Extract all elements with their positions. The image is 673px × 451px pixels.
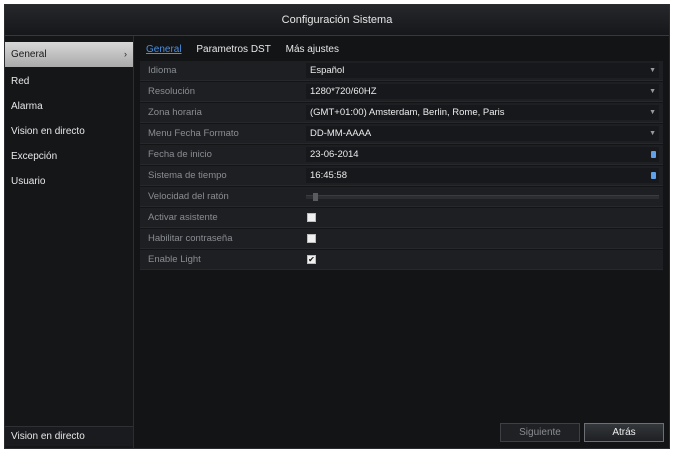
settings-content: General Parametros DST Más ajustes Idiom… [134,36,669,448]
zona-horaria-value: (GMT+01:00) Amsterdam, Berlin, Rome, Par… [310,107,505,118]
sidebar-item-red[interactable]: Red [5,69,133,94]
setting-row-zona-horaria: Zona horaria (GMT+01:00) Amsterdam, Berl… [140,103,663,123]
fecha-inicio-label: Fecha de inicio [148,149,212,160]
sidebar-item-label: Alarma [11,101,43,112]
setting-row-idioma: Idioma Español ▼ [140,61,663,81]
sidebar: General › Red Alarma Vision en directo E… [5,36,134,448]
setting-row-sistema-tiempo: Sistema de tiempo 16:45:58 [140,166,663,186]
habilitar-contrasena-label: Habilitar contraseña [148,233,233,244]
settings-form: Idioma Español ▼ Resolución 1280*720/60H… [140,61,663,271]
window-title: Configuración Sistema [5,5,669,36]
fecha-formato-select[interactable]: DD-MM-AAAA ▼ [306,126,659,141]
setting-row-habilitar-contrasena: Habilitar contraseña [140,229,663,249]
activar-asistente-label: Activar asistente [148,212,218,223]
sidebar-item-usuario[interactable]: Usuario [5,169,133,194]
sistema-tiempo-value: 16:45:58 [310,170,347,181]
fecha-inicio-value: 23-06-2014 [310,149,359,160]
setting-row-resolucion: Resolución 1280*720/60HZ ▼ [140,82,663,102]
resolucion-label: Resolución [148,86,195,97]
setting-row-fecha-formato: Menu Fecha Formato DD-MM-AAAA ▼ [140,124,663,144]
sidebar-item-label: Vision en directo [11,126,85,137]
slider-handle[interactable] [313,193,319,201]
resolucion-select[interactable]: 1280*720/60HZ ▼ [306,84,659,99]
sidebar-item-label: Excepción [11,151,58,162]
resolucion-value: 1280*720/60HZ [310,86,377,97]
sidebar-item-general[interactable]: General › [5,42,133,67]
sistema-tiempo-label: Sistema de tiempo [148,170,227,181]
live-view-button[interactable]: Vision en directo [5,426,133,446]
sidebar-item-alarma[interactable]: Alarma [5,94,133,119]
setting-row-fecha-inicio: Fecha de inicio 23-06-2014 [140,145,663,165]
chevron-down-icon: ▼ [649,67,656,74]
tab-general[interactable]: General [140,42,188,58]
sistema-tiempo-field[interactable]: 16:45:58 [306,168,659,183]
setting-row-activar-asistente: Activar asistente [140,208,663,228]
idioma-value: Español [310,65,345,76]
tab-parametros-dst[interactable]: Parametros DST [190,42,276,58]
chevron-down-icon: ▼ [649,88,656,95]
spinner-icon[interactable] [651,172,656,179]
tab-bar: General Parametros DST Más ajustes [140,42,345,60]
idioma-select[interactable]: Español ▼ [306,63,659,78]
chevron-down-icon: ▼ [649,130,656,137]
fecha-formato-value: DD-MM-AAAA [310,128,372,139]
habilitar-contrasena-checkbox[interactable] [307,234,316,243]
zona-horaria-label: Zona horaria [148,107,202,118]
enable-light-checkbox[interactable]: ✔ [307,255,316,264]
chevron-down-icon: ▼ [649,109,656,116]
next-button[interactable]: Siguiente [500,423,580,442]
settings-window: Configuración Sistema General › Red Alar… [4,4,670,449]
chevron-right-icon: › [124,49,127,59]
fecha-inicio-field[interactable]: 23-06-2014 [306,147,659,162]
setting-row-enable-light: Enable Light ✔ [140,250,663,270]
setting-row-velocidad-raton: Velocidad del ratón [140,187,663,207]
sidebar-item-label: Usuario [11,176,46,187]
sidebar-item-label: General [11,49,47,60]
fecha-formato-label: Menu Fecha Formato [148,128,239,139]
tab-mas-ajustes[interactable]: Más ajustes [280,42,345,58]
back-button[interactable]: Atrás [584,423,664,442]
sidebar-item-label: Red [11,76,30,87]
spinner-icon[interactable] [651,151,656,158]
idioma-label: Idioma [148,65,177,76]
mouse-speed-slider[interactable] [306,193,659,201]
sidebar-item-vision-en-directo[interactable]: Vision en directo [5,119,133,144]
sidebar-item-excepcion[interactable]: Excepción [5,144,133,169]
activar-asistente-checkbox[interactable] [307,213,316,222]
zona-horaria-select[interactable]: (GMT+01:00) Amsterdam, Berlin, Rome, Par… [306,105,659,120]
enable-light-label: Enable Light [148,254,201,265]
velocidad-raton-label: Velocidad del ratón [148,191,229,202]
